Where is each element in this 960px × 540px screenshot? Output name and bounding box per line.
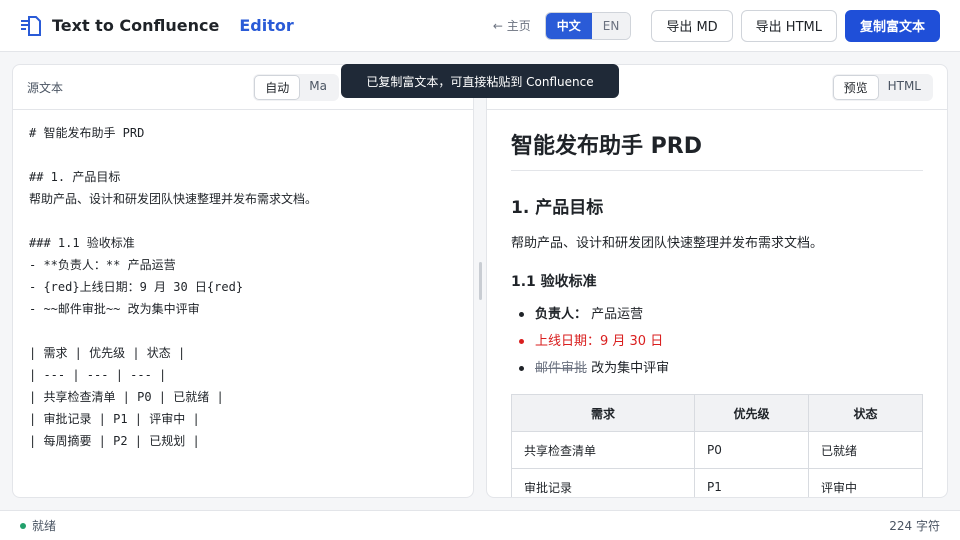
- status-bar: 就绪 224 字符: [0, 510, 960, 540]
- list-item: 邮件审批 改为集中评审: [511, 355, 923, 382]
- status-dot-icon: [20, 522, 26, 529]
- document-logo-icon: [21, 15, 41, 36]
- table-header-cell: 需求: [511, 394, 695, 432]
- source-panel-title: 源文本: [27, 80, 64, 95]
- preview-table: 需求 优先级 状态 共享检查清单 P0 已就绪 审批记录 P1 评审中: [511, 394, 923, 497]
- table-header-row: 需求 优先级 状态: [511, 394, 923, 432]
- copy-rich-text-button[interactable]: 复制富文本: [844, 9, 940, 42]
- table-header-cell: 优先级: [694, 394, 809, 432]
- home-link[interactable]: ← 主页: [493, 17, 531, 34]
- table-cell: P1: [694, 468, 809, 497]
- table-row: 共享检查清单 P0 已就绪: [511, 431, 923, 469]
- owner-label: 负责人：: [535, 307, 588, 322]
- table-cell: 已就绪: [808, 431, 923, 469]
- preview-paragraph: 帮助产品、设计和研发团队快速整理并发布需求文档。: [511, 236, 824, 251]
- list-item: 负责人： 产品运营: [511, 301, 923, 328]
- panel-resize-handle[interactable]: [479, 262, 482, 300]
- status-text: 就绪: [32, 519, 57, 533]
- top-bar: Text to Confluence Editor ← 主页 中文 EN 导出 …: [0, 0, 960, 52]
- lang-en-button[interactable]: EN: [591, 12, 631, 39]
- table-cell: P0: [694, 431, 809, 469]
- source-editor[interactable]: # 智能发布助手 PRD ## 1. 产品目标 帮助产品、设计和研发团队快速整理…: [13, 110, 473, 464]
- table-cell: 共享检查清单: [511, 431, 695, 469]
- export-md-button[interactable]: 导出 MD: [651, 9, 733, 42]
- preview-heading-1: 智能发布助手 PRD: [511, 128, 923, 171]
- owner-value: 产品运营: [587, 307, 644, 322]
- preview-heading-2: 1. 产品目标: [511, 198, 604, 218]
- table-row: 审批记录 P1 评审中: [511, 468, 923, 497]
- launch-date-text: 上线日期：9 月 30 日: [535, 334, 664, 349]
- mode-switch: 自动 Ma: [253, 73, 339, 101]
- app-title: Text to Confluence: [52, 16, 220, 35]
- table-header-cell: 状态: [808, 394, 923, 432]
- strikethrough-text: 邮件审批: [535, 361, 588, 376]
- source-panel: 源文本 自动 Ma # 智能发布助手 PRD ## 1. 产品目标 帮助产品、设…: [12, 64, 474, 498]
- lang-zh-button[interactable]: 中文: [545, 12, 592, 39]
- export-html-button[interactable]: 导出 HTML: [740, 9, 837, 42]
- mode-markdown-button[interactable]: Ma: [299, 76, 337, 99]
- app-subtitle: Editor: [239, 16, 294, 35]
- strike-followup-text: 改为集中评审: [587, 361, 670, 376]
- preview-tabs: 预览 HTML: [831, 73, 933, 101]
- table-cell: 审批记录: [511, 468, 695, 497]
- preview-bullet-list: 负责人： 产品运营 上线日期：9 月 30 日 邮件审批 改为集中评审: [511, 301, 923, 382]
- tab-html[interactable]: HTML: [878, 76, 931, 99]
- language-switch: 中文 EN: [544, 11, 632, 40]
- copy-success-toast: 已复制富文本，可直接粘贴到 Confluence: [341, 64, 619, 98]
- preview-heading-3: 1.1 验收标准: [511, 274, 597, 290]
- rendered-preview: 智能发布助手 PRD 1. 产品目标 帮助产品、设计和研发团队快速整理并发布需求…: [487, 110, 947, 497]
- preview-panel: 预览 HTML 智能发布助手 PRD 1. 产品目标 帮助产品、设计和研发团队快…: [486, 64, 948, 498]
- char-count: 224 字符: [889, 519, 940, 533]
- list-item: 上线日期：9 月 30 日: [511, 328, 923, 355]
- mode-auto-button[interactable]: 自动: [255, 75, 300, 99]
- table-cell: 评审中: [808, 468, 923, 497]
- tab-preview[interactable]: 预览: [833, 75, 878, 99]
